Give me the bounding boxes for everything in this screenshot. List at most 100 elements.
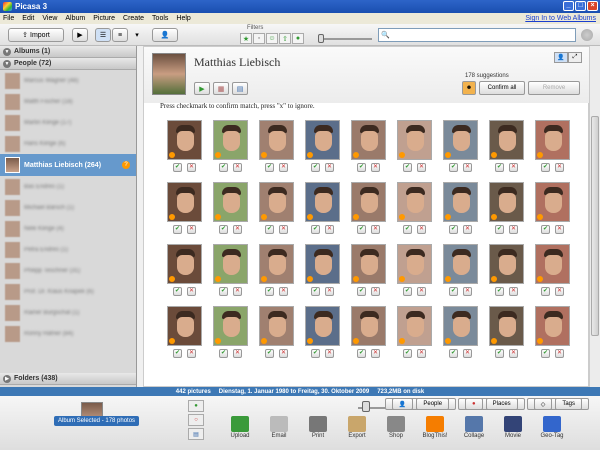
sidebar-item-person[interactable]: Petra Endres (1) <box>0 239 136 260</box>
face-thumbnail[interactable] <box>259 182 294 222</box>
maximize-button[interactable]: □ <box>575 1 586 11</box>
face-thumbnail[interactable] <box>305 120 340 160</box>
ignore-x-icon[interactable]: ✕ <box>509 225 518 234</box>
confirm-checkmark-icon[interactable]: ✔ <box>403 287 412 296</box>
upload-filter-icon[interactable]: ⇧ <box>279 33 291 44</box>
ignore-x-icon[interactable]: ✕ <box>187 349 196 358</box>
face-thumbnail[interactable] <box>167 306 202 346</box>
ignore-x-icon[interactable]: ✕ <box>463 163 472 172</box>
face-suggestion[interactable]: ✔ ✕ <box>486 120 529 172</box>
sidebar-item-person[interactable]: Philipp Teschner (31) <box>0 260 136 281</box>
face-thumbnail[interactable] <box>535 244 570 284</box>
face-thumbnail[interactable] <box>305 306 340 346</box>
menu-picture[interactable]: Picture <box>93 15 115 22</box>
face-suggestion[interactable]: ✔ ✕ <box>394 244 437 296</box>
face-thumbnail[interactable] <box>351 244 386 284</box>
confirm-checkmark-icon[interactable]: ✔ <box>403 225 412 234</box>
confirm-checkmark-icon[interactable]: ✔ <box>449 163 458 172</box>
ignore-x-icon[interactable]: ✕ <box>371 225 380 234</box>
menu-tools[interactable]: Tools <box>152 15 168 22</box>
confirm-checkmark-icon[interactable]: ✔ <box>403 163 412 172</box>
face-thumbnail[interactable] <box>305 182 340 222</box>
sidebar-item-person[interactable]: Ronny Häfner (84) <box>0 323 136 344</box>
confirm-checkmark-icon[interactable]: ✔ <box>311 163 320 172</box>
confirm-checkmark-icon[interactable]: ✔ <box>449 349 458 358</box>
confirm-checkmark-icon[interactable]: ✔ <box>541 349 550 358</box>
play-icon[interactable]: ▶ <box>194 82 210 95</box>
face-suggestion[interactable]: ✔ ✕ <box>440 120 483 172</box>
ignore-x-icon[interactable]: ✕ <box>555 225 564 234</box>
tags-tab[interactable]: ◇ Tags <box>526 398 589 410</box>
confirm-checkmark-icon[interactable]: ✔ <box>311 349 320 358</box>
face-suggestion[interactable]: ✔ ✕ <box>532 306 575 358</box>
confirm-checkmark-icon[interactable]: ✔ <box>173 287 182 296</box>
face-suggestion[interactable]: ✔ ✕ <box>394 182 437 234</box>
face-thumbnail[interactable] <box>213 244 248 284</box>
zoom-slider[interactable] <box>362 401 370 412</box>
ignore-x-icon[interactable]: ✕ <box>417 287 426 296</box>
face-suggestion[interactable]: ✔ ✕ <box>210 120 253 172</box>
ignore-x-icon[interactable]: ✕ <box>279 225 288 234</box>
sidebar-item-person[interactable]: Hans Klinge (6) <box>0 133 136 154</box>
ignore-x-icon[interactable]: ✕ <box>509 349 518 358</box>
face-suggestion[interactable]: ✔ ✕ <box>164 120 207 172</box>
ignore-x-icon[interactable]: ✕ <box>371 287 380 296</box>
movie-button[interactable]: Movie <box>497 416 529 439</box>
star-filter-icon[interactable]: ★ <box>240 33 252 44</box>
confirm-checkmark-icon[interactable]: ✔ <box>357 163 366 172</box>
ignore-x-icon[interactable]: ✕ <box>233 225 242 234</box>
face-thumbnail[interactable] <box>259 120 294 160</box>
hold-icon[interactable]: ● <box>188 400 204 412</box>
face-suggestion[interactable]: ✔ ✕ <box>394 120 437 172</box>
upload-button[interactable]: Upload <box>224 416 256 439</box>
face-thumbnail[interactable] <box>489 244 524 284</box>
import-button[interactable]: ⇪ Import <box>8 28 64 42</box>
confirm-checkmark-icon[interactable]: ✔ <box>219 349 228 358</box>
ignore-x-icon[interactable]: ✕ <box>325 349 334 358</box>
ignore-x-icon[interactable]: ✕ <box>417 225 426 234</box>
menu-create[interactable]: Create <box>123 15 144 22</box>
places-tab[interactable]: ● Places <box>458 398 525 410</box>
face-suggestion[interactable]: ✔ ✕ <box>210 182 253 234</box>
face-suggestion[interactable]: ✔ ✕ <box>348 120 391 172</box>
people-header[interactable]: ▼ People (72) <box>0 58 136 70</box>
ignore-x-icon[interactable]: ✕ <box>233 287 242 296</box>
ignore-x-icon[interactable]: ✕ <box>555 163 564 172</box>
face-suggestion[interactable]: ✔ ✕ <box>440 306 483 358</box>
ignore-x-icon[interactable]: ✕ <box>187 287 196 296</box>
confirm-checkmark-icon[interactable]: ✔ <box>265 287 274 296</box>
ignore-x-icon[interactable]: ✕ <box>417 349 426 358</box>
confirm-checkmark-icon[interactable]: ✔ <box>219 287 228 296</box>
shop-button[interactable]: Shop <box>380 416 412 439</box>
confirm-checkmark-icon[interactable]: ✔ <box>495 163 504 172</box>
face-thumbnail[interactable] <box>443 244 478 284</box>
vertical-scrollbar[interactable] <box>589 46 600 387</box>
face-thumbnail[interactable] <box>213 306 248 346</box>
face-thumbnail[interactable] <box>167 120 202 160</box>
confirm-checkmark-icon[interactable]: ✔ <box>311 225 320 234</box>
face-thumbnail[interactable] <box>397 120 432 160</box>
menu-view[interactable]: View <box>42 15 57 22</box>
face-suggestion[interactable]: ✔ ✕ <box>348 182 391 234</box>
email-button[interactable]: Email <box>263 416 295 439</box>
confirm-checkmark-icon[interactable]: ✔ <box>265 163 274 172</box>
face-thumbnail[interactable] <box>167 182 202 222</box>
confirm-checkmark-icon[interactable]: ✔ <box>173 349 182 358</box>
face-thumbnail[interactable] <box>535 182 570 222</box>
face-thumbnail[interactable] <box>443 120 478 160</box>
suggestion-badge-icon[interactable]: ? <box>122 161 130 169</box>
ignore-x-icon[interactable]: ✕ <box>325 225 334 234</box>
sidebar-item-person[interactable]: Marcus Wagner (48) <box>0 70 136 91</box>
face-suggestion[interactable]: ✔ ✕ <box>210 306 253 358</box>
face-thumbnail[interactable] <box>351 182 386 222</box>
face-suggestion[interactable]: ✔ ✕ <box>348 306 391 358</box>
sidebar-item-person[interactable]: Rainer Burgschat (1) <box>0 302 136 323</box>
ignore-x-icon[interactable]: ✕ <box>325 287 334 296</box>
confirm-checkmark-icon[interactable]: ✔ <box>495 287 504 296</box>
sidebar-item-person[interactable]: Matth Fischer (18) <box>0 91 136 112</box>
people-tab[interactable]: 👤 People <box>384 398 457 410</box>
folders-header[interactable]: ▶ Folders (438) <box>0 373 136 385</box>
confirm-checkmark-icon[interactable]: ✔ <box>541 163 550 172</box>
face-suggestion[interactable]: ✔ ✕ <box>302 244 345 296</box>
date-filter-slider[interactable] <box>318 34 324 43</box>
